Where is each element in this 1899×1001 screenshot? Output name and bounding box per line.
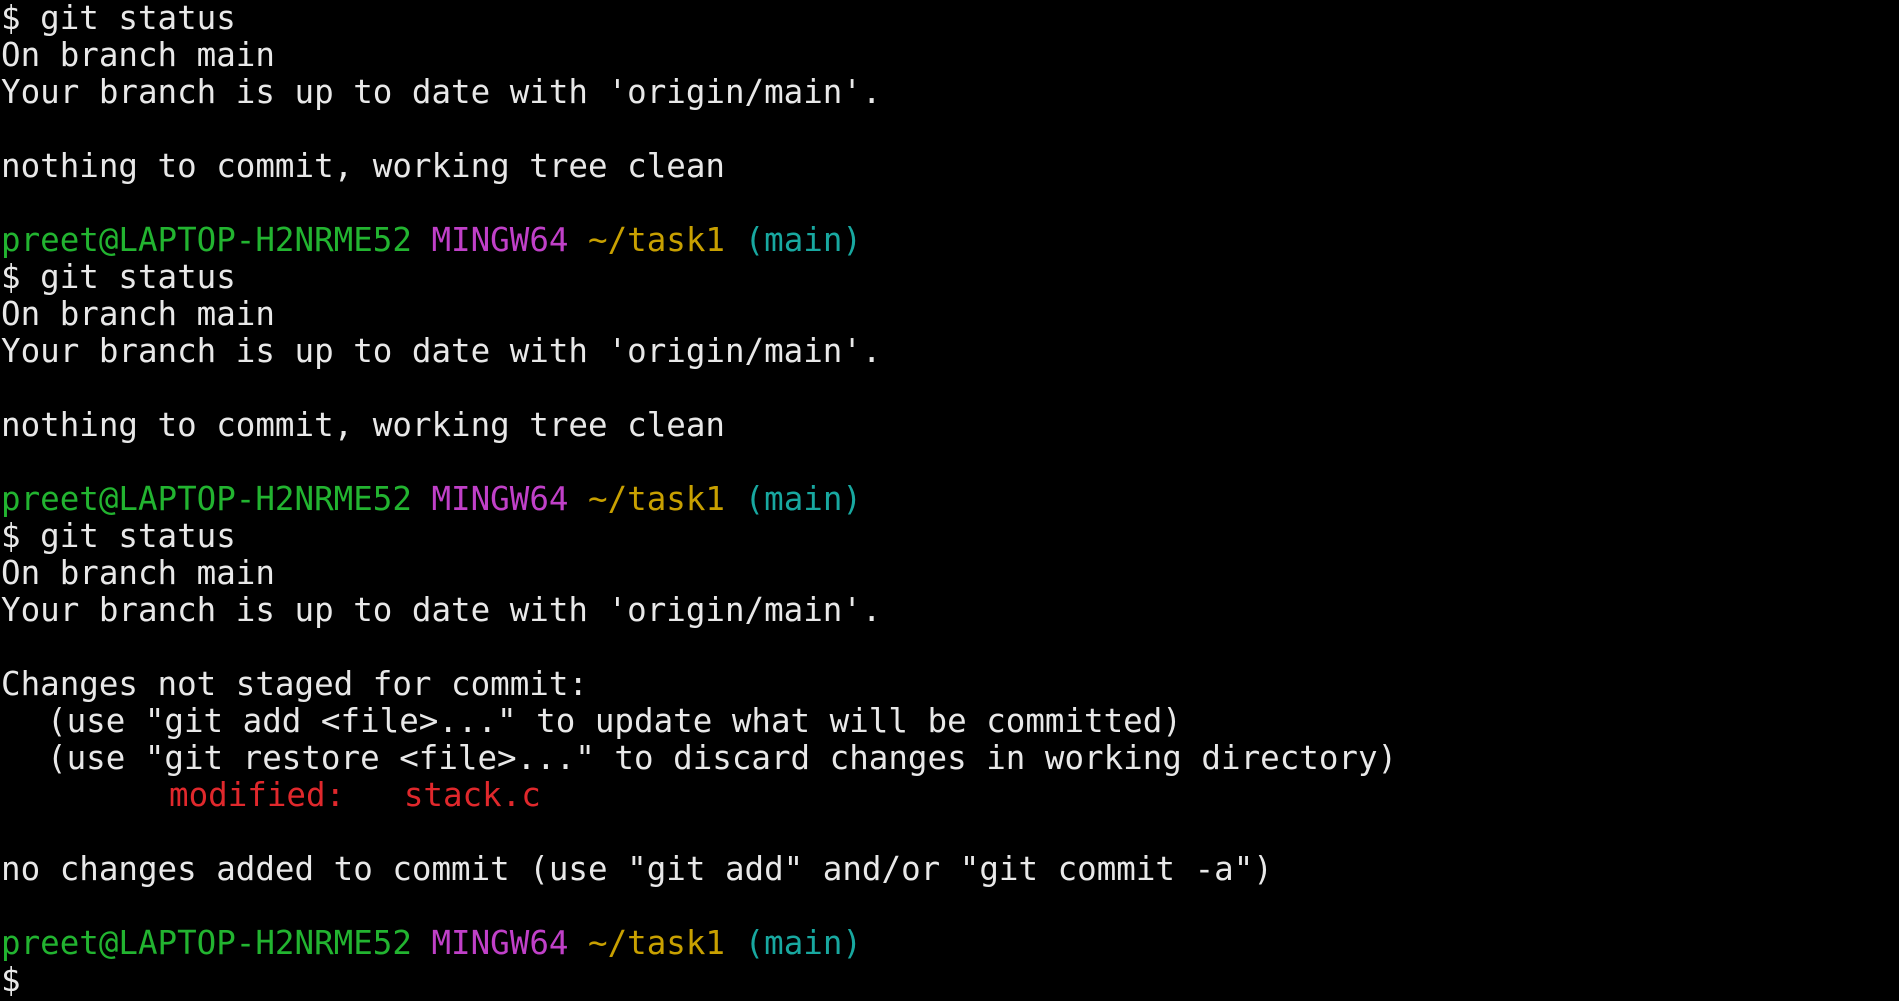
prompt-path: ~/task1: [588, 480, 725, 518]
prompt-line: preet@LAPTOP-H2NRME52 MINGW64 ~/task1 (m…: [1, 925, 1899, 962]
prompt-line: preet@LAPTOP-H2NRME52 MINGW64 ~/task1 (m…: [1, 481, 1899, 518]
output-line: nothing to commit, working tree clean: [1, 147, 725, 185]
output-line: On branch main: [1, 295, 275, 333]
prompt-symbol: $: [1, 961, 21, 999]
modified-filename: stack.c: [403, 776, 541, 814]
prompt-environment: MINGW64: [431, 924, 569, 962]
output-line: On branch main: [1, 554, 275, 592]
prompt-branch: (main): [744, 221, 862, 259]
prompt-line: preet@LAPTOP-H2NRME52 MINGW64 ~/task1 (m…: [1, 222, 1899, 259]
prompt-user-host: preet@LAPTOP-H2NRME52: [1, 480, 412, 518]
output-line: Your branch is up to date with 'origin/m…: [1, 591, 882, 629]
prompt-path: ~/task1: [588, 221, 725, 259]
output-line: Your branch is up to date with 'origin/m…: [1, 332, 882, 370]
hint-line: (use "git add <file>..." to update what …: [47, 702, 1182, 740]
modified-label: modified:: [169, 776, 346, 814]
output-line: nothing to commit, working tree clean: [1, 406, 725, 444]
hint-line: (use "git restore <file>..." to discard …: [47, 739, 1398, 777]
prompt-branch: (main): [744, 480, 862, 518]
prompt-path: ~/task1: [588, 924, 725, 962]
command-line: $ git status: [1, 0, 236, 37]
terminal-window[interactable]: $ git status On branch main Your branch …: [0, 0, 1899, 1001]
command-line: $ git status: [1, 258, 236, 296]
prompt-user-host: preet@LAPTOP-H2NRME52: [1, 221, 412, 259]
summary-line: no changes added to commit (use "git add…: [1, 850, 1273, 888]
modified-file-line: modified: stack.c: [1, 777, 1899, 814]
active-command-input[interactable]: $: [1, 962, 1899, 999]
output-line: Your branch is up to date with 'origin/m…: [1, 73, 882, 111]
prompt-branch: (main): [744, 924, 862, 962]
prompt-environment: MINGW64: [431, 480, 569, 518]
prompt-user-host: preet@LAPTOP-H2NRME52: [1, 924, 412, 962]
prompt-environment: MINGW64: [431, 221, 569, 259]
output-line: Changes not staged for commit:: [1, 665, 588, 703]
command-line: $ git status: [1, 517, 236, 555]
output-line: On branch main: [1, 36, 275, 74]
